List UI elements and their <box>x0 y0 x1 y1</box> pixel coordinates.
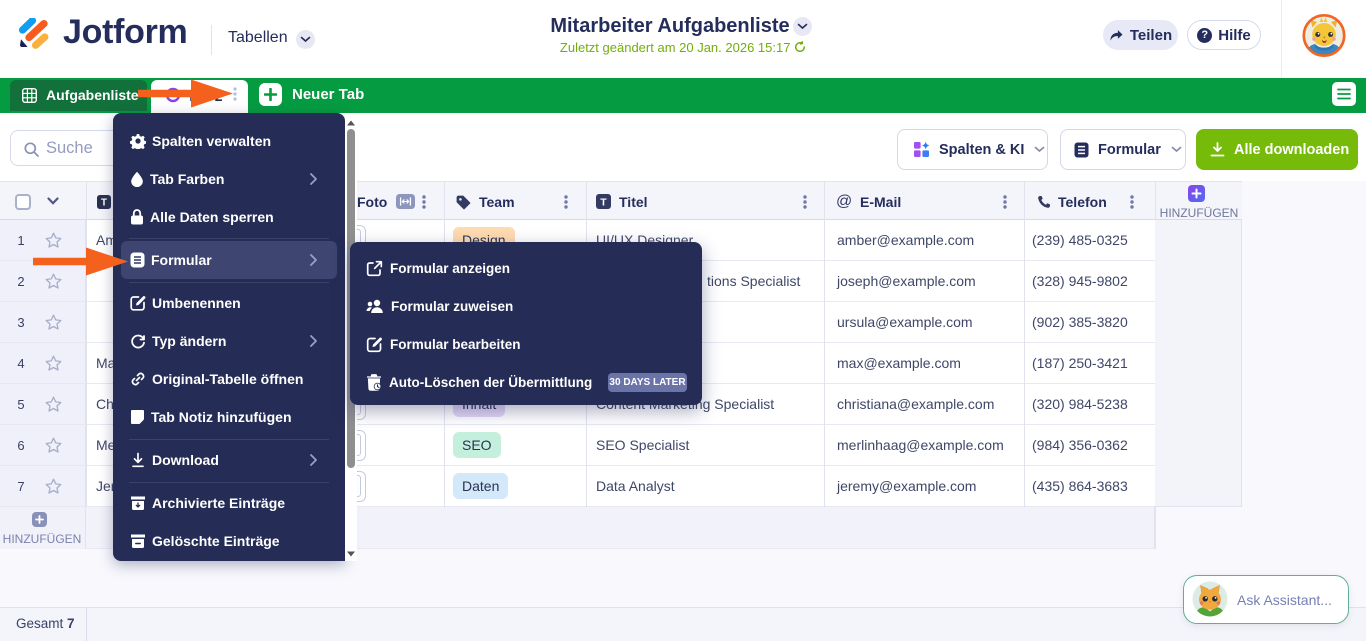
svg-text:T: T <box>101 198 107 209</box>
svg-text:T: T <box>600 196 607 208</box>
